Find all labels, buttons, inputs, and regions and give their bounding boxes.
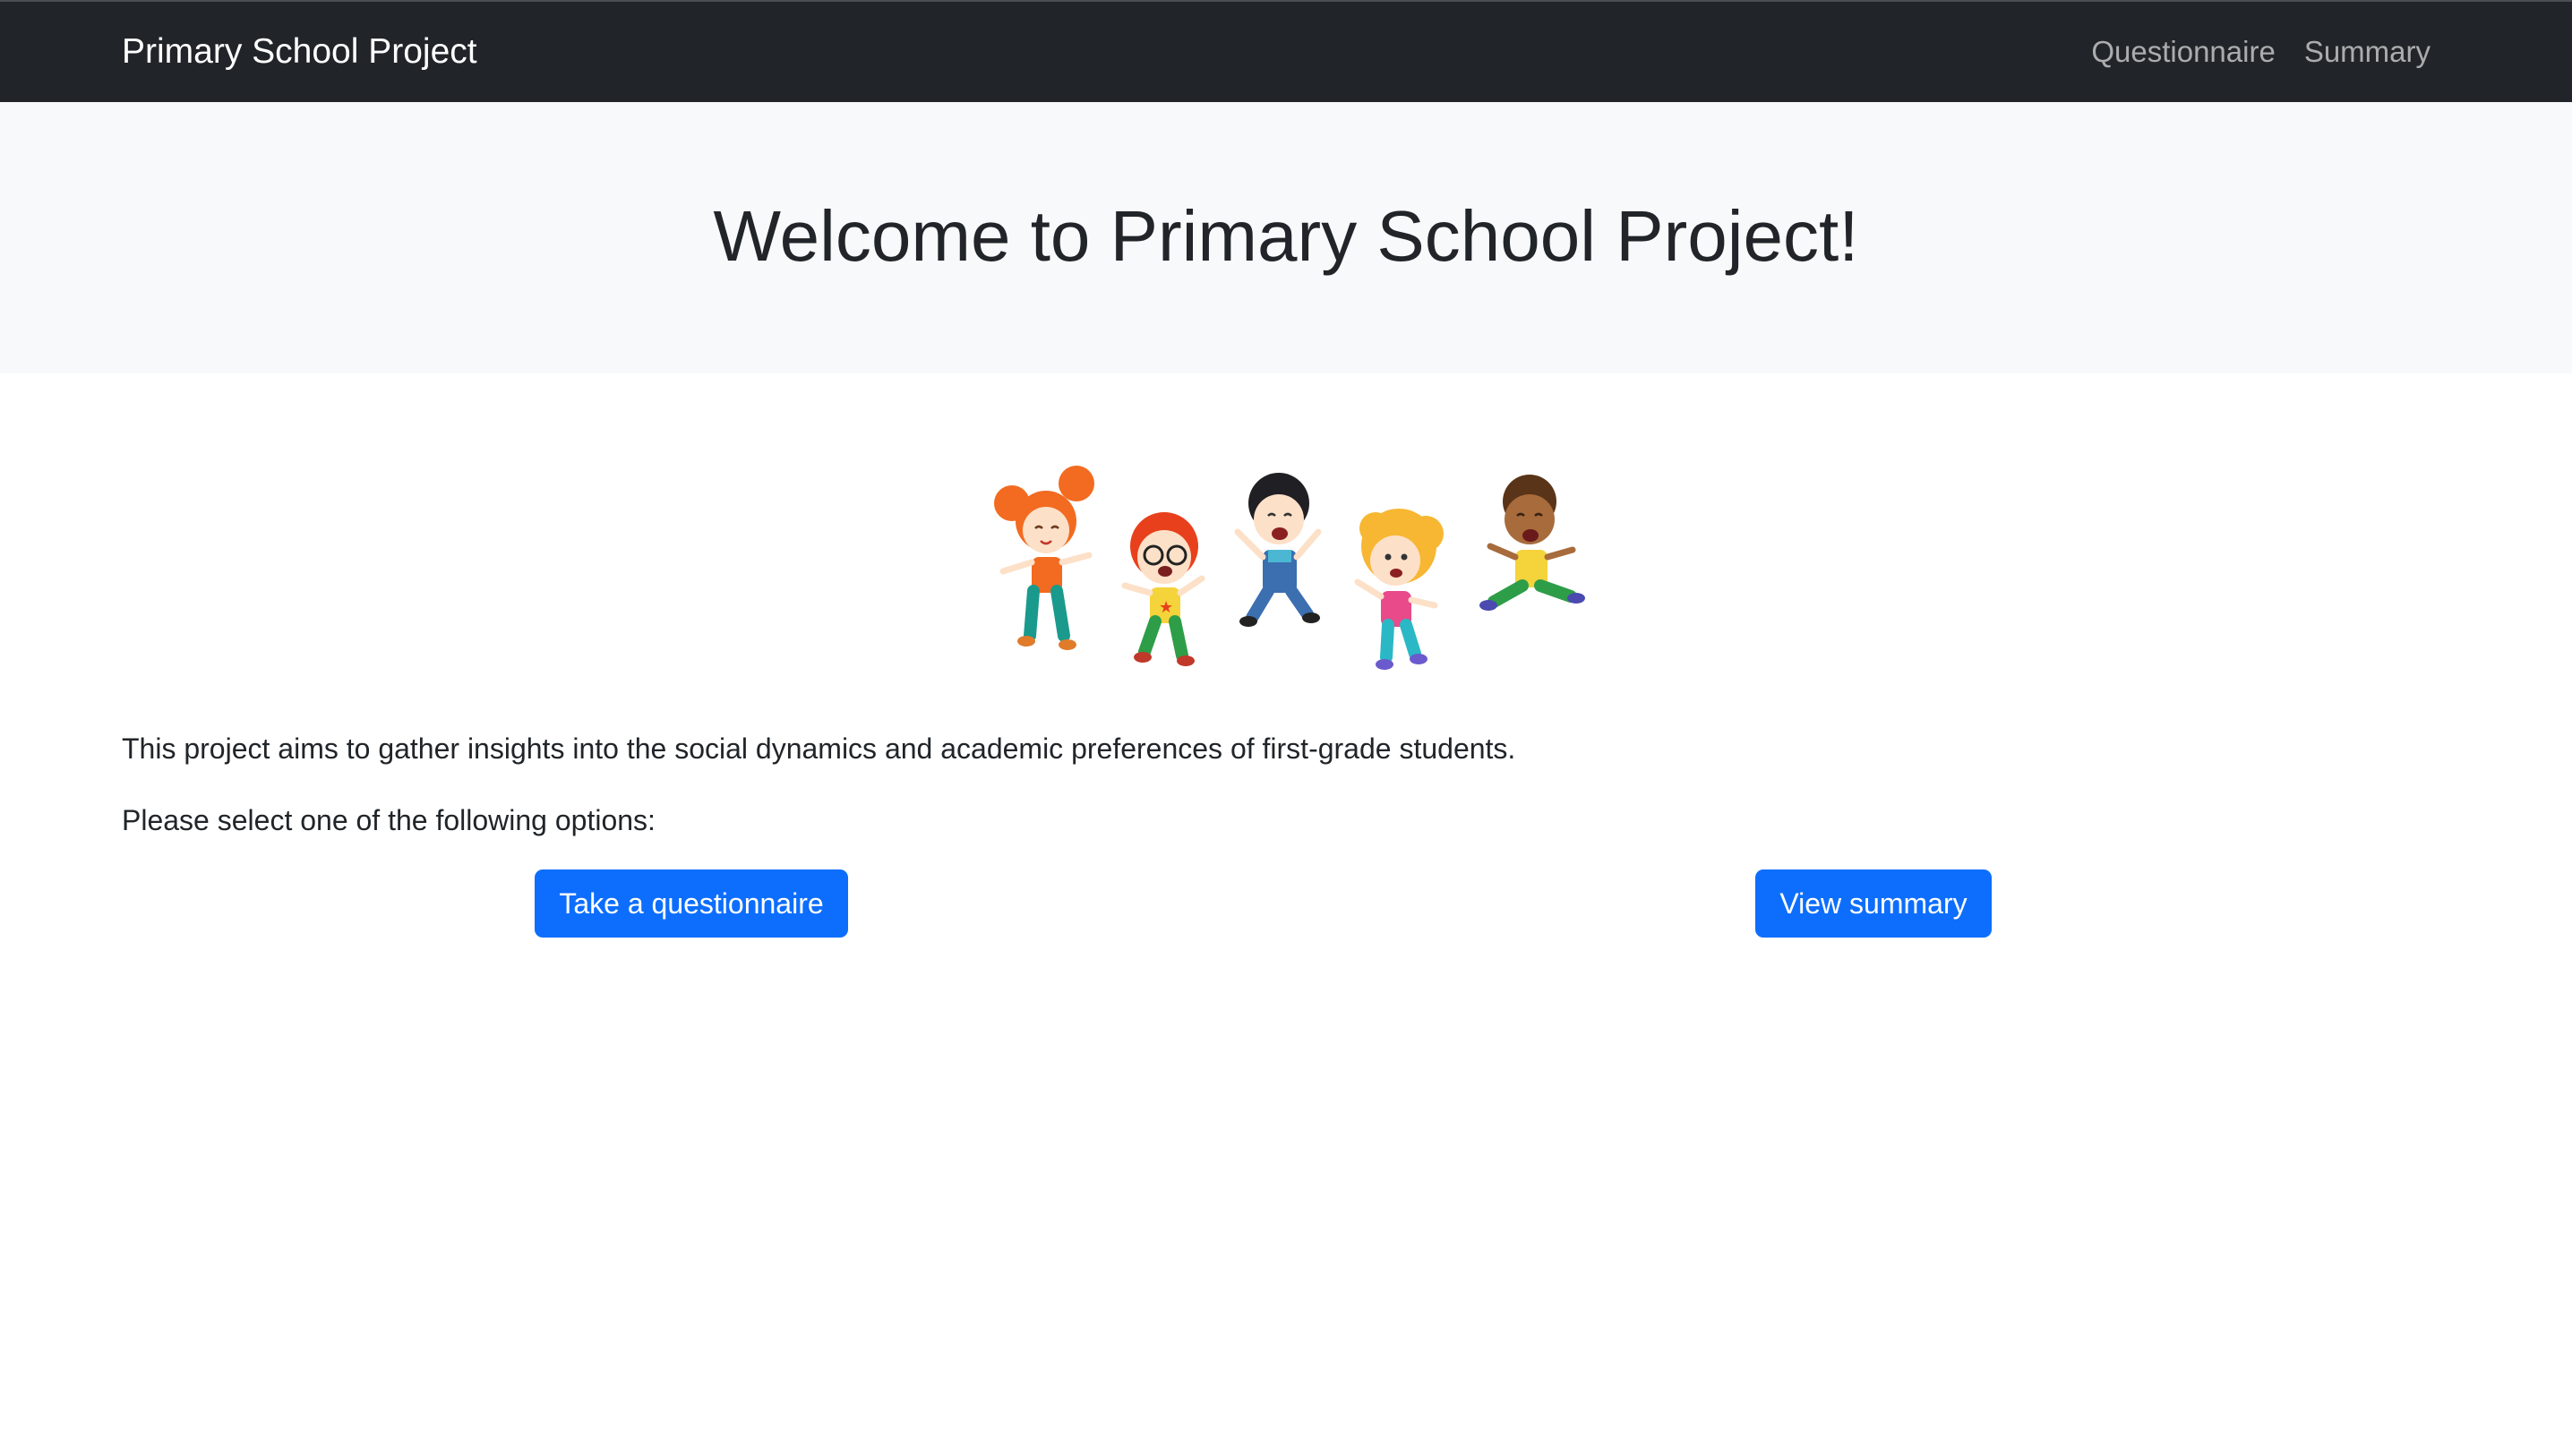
child-1-icon: [994, 466, 1094, 650]
options-prompt: Please select one of the following optio…: [122, 804, 656, 836]
child-4-icon: [1354, 509, 1444, 670]
children-illustration: ★: [994, 466, 1585, 670]
view-summary-button[interactable]: View summary: [1755, 869, 1992, 938]
child-5-icon: [1479, 475, 1585, 611]
hero-banner: Welcome to Primary School Project!: [0, 102, 2572, 373]
nav-links: Questionnaire Summary: [2091, 32, 2431, 72]
navbar-brand[interactable]: Primary School Project: [122, 30, 477, 73]
child-3-icon: [1234, 473, 1322, 627]
nav-link-questionnaire[interactable]: Questionnaire: [2091, 32, 2275, 72]
intro-text: This project aims to gather insights int…: [122, 732, 1516, 765]
child-2-icon: ★: [1121, 512, 1205, 666]
page-title: Welcome to Primary School Project!: [713, 196, 1859, 276]
navbar: Primary School Project Questionnaire Sum…: [0, 0, 2572, 102]
nav-link-summary[interactable]: Summary: [2304, 32, 2431, 72]
svg-text:★: ★: [1159, 598, 1173, 616]
take-questionnaire-button[interactable]: Take a questionnaire: [535, 869, 848, 938]
